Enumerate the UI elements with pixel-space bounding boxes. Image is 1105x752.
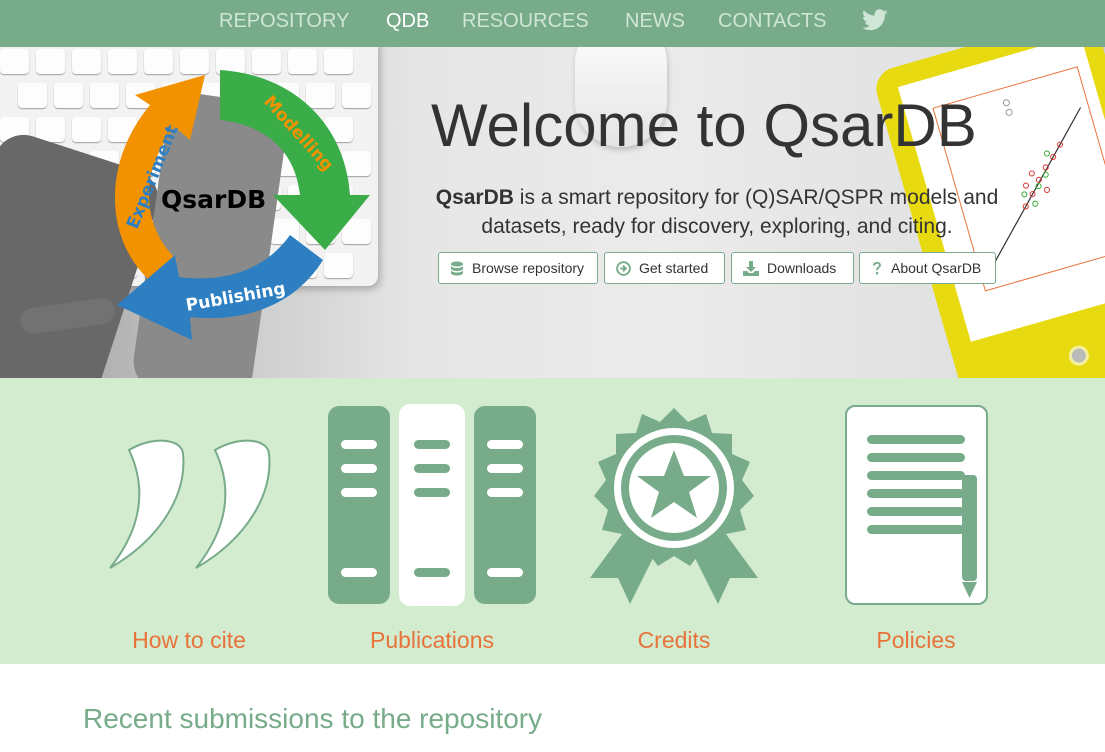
get-started-button[interactable]: Get started — [604, 252, 725, 284]
hero-title: Welcome to QsarDB — [431, 92, 977, 159]
browse-repository-button[interactable]: Browse repository — [438, 252, 598, 284]
downloads-label: Downloads — [767, 260, 837, 276]
feature-label-credits: Credits — [637, 627, 711, 653]
feature-how-to-cite[interactable]: How to cite — [69, 378, 309, 664]
recent-submissions-title: Recent submissions to the repository — [83, 703, 543, 734]
feature-label-how-to-cite: How to cite — [132, 627, 246, 653]
books-icon — [328, 404, 536, 606]
tablet-home-button — [1066, 343, 1092, 368]
feature-band: How to cite Publications Credits Policie… — [0, 378, 1105, 664]
get-started-label: Get started — [639, 260, 709, 276]
hero-description-text: is a smart repository for (Q)SAR/QSPR mo… — [481, 186, 999, 238]
hero-banner: Experiment Modelling Publishing QsarDB W… — [0, 47, 1105, 378]
award-icon — [590, 408, 758, 604]
top-navigation: REPOSITORY QDB RESOURCES NEWS CONTACTS — [0, 0, 1105, 47]
downloads-button[interactable]: Downloads — [731, 252, 854, 284]
browse-repository-label: Browse repository — [472, 260, 585, 276]
about-qsardb-label: About QsarDB — [891, 260, 982, 276]
quote-icon — [109, 439, 271, 569]
feature-label-policies: Policies — [876, 627, 956, 653]
hero-description-strong: QsarDB — [435, 186, 514, 209]
feature-credits[interactable]: Credits — [554, 378, 794, 664]
nav-item-repository[interactable]: REPOSITORY — [219, 0, 349, 47]
feature-publications[interactable]: Publications — [312, 378, 552, 664]
twitter-icon[interactable] — [862, 9, 888, 33]
download-icon — [743, 260, 759, 276]
document-pencil-icon — [845, 405, 988, 605]
feature-policies[interactable]: Policies — [796, 378, 1036, 664]
about-qsardb-button[interactable]: About QsarDB — [859, 252, 996, 284]
qsardb-cycle-diagram: Experiment Modelling Publishing QsarDB — [114, 70, 370, 340]
nav-item-news[interactable]: NEWS — [625, 0, 685, 47]
feature-label-publications: Publications — [369, 627, 495, 653]
database-icon — [451, 261, 463, 275]
nav-item-contacts[interactable]: CONTACTS — [718, 0, 827, 47]
arrow-circle-right-icon — [616, 260, 631, 276]
cycle-center-label: QsarDB — [161, 185, 266, 214]
nav-item-resources[interactable]: RESOURCES — [462, 0, 589, 47]
nav-item-qdb[interactable]: QDB — [386, 0, 429, 47]
question-icon — [873, 261, 881, 274]
hero-description: QsarDB is a smart repository for (Q)SAR/… — [412, 183, 1022, 241]
